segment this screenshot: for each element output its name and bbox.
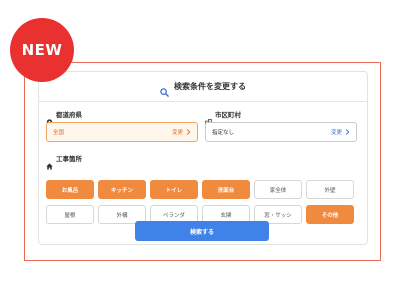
- new-badge: NEW: [10, 18, 74, 82]
- search-icon: [160, 82, 169, 97]
- chip-label: トイレ: [165, 187, 183, 194]
- work-area-chip[interactable]: その他: [306, 205, 354, 224]
- chip-label: 家全体: [269, 187, 287, 194]
- prefecture-change-label: 変更: [171, 130, 183, 136]
- chevron-right-icon: [345, 129, 350, 135]
- city-label: 市区町村: [215, 111, 241, 119]
- home-icon: [46, 155, 53, 170]
- work-area-chip[interactable]: 外壁: [306, 180, 354, 199]
- city-select[interactable]: 指定なし 変更: [205, 122, 357, 142]
- work-area-label-row: 工事箇所: [46, 153, 82, 170]
- chip-label: 窓・サッシ: [264, 212, 292, 219]
- chip-label: 玄関: [220, 212, 232, 219]
- city-label-row: 市区町村: [205, 109, 241, 126]
- work-area-chip[interactable]: 家全体: [254, 180, 302, 199]
- chip-label: 外壁: [324, 187, 336, 194]
- work-area-options: お風呂 キッチン トイレ 洗面台 家全体 外壁 屋根 外構 ベランダ 玄関 窓・…: [46, 180, 357, 224]
- city-change-link[interactable]: 変更: [331, 128, 350, 136]
- prefecture-label-row: 都道府県: [46, 109, 82, 126]
- work-area-chip[interactable]: 洗面台: [202, 180, 250, 199]
- chip-label: キッチン: [110, 187, 133, 194]
- work-area-label: 工事箇所: [56, 155, 82, 163]
- pin-icon: [46, 111, 53, 126]
- prefecture-select[interactable]: 全国 変更: [46, 122, 198, 142]
- city-change-label: 変更: [330, 130, 342, 136]
- search-button[interactable]: 検索する: [135, 221, 269, 241]
- chip-label: お風呂: [61, 187, 79, 194]
- chip-label: 屋根: [64, 212, 76, 219]
- prefecture-label: 都道府県: [56, 111, 82, 119]
- work-area-chip[interactable]: トイレ: [150, 180, 198, 199]
- chip-label: 外構: [116, 212, 128, 219]
- panel-title: 検索条件を変更する: [174, 82, 246, 91]
- work-area-chip[interactable]: お風呂: [46, 180, 94, 199]
- panel-header[interactable]: 検索条件を変更する: [39, 72, 367, 102]
- prefecture-change-link[interactable]: 変更: [172, 128, 191, 136]
- search-button-label: 検索する: [189, 228, 214, 236]
- work-area-chip[interactable]: 屋根: [46, 205, 94, 224]
- chip-label: その他: [321, 212, 339, 219]
- work-area-chip[interactable]: キッチン: [98, 180, 146, 199]
- search-condition-panel: 検索条件を変更する 都道府県 市区町村 全国 変更 指定なし 変更 工事箇所 お…: [38, 71, 368, 245]
- chevron-right-icon: [186, 129, 191, 135]
- new-badge-text: NEW: [21, 41, 63, 59]
- prefecture-value: 全国: [53, 130, 65, 136]
- building-icon: [205, 111, 212, 126]
- chip-label: ベランダ: [162, 212, 185, 219]
- chip-label: 洗面台: [217, 187, 235, 194]
- city-value: 指定なし: [212, 130, 235, 136]
